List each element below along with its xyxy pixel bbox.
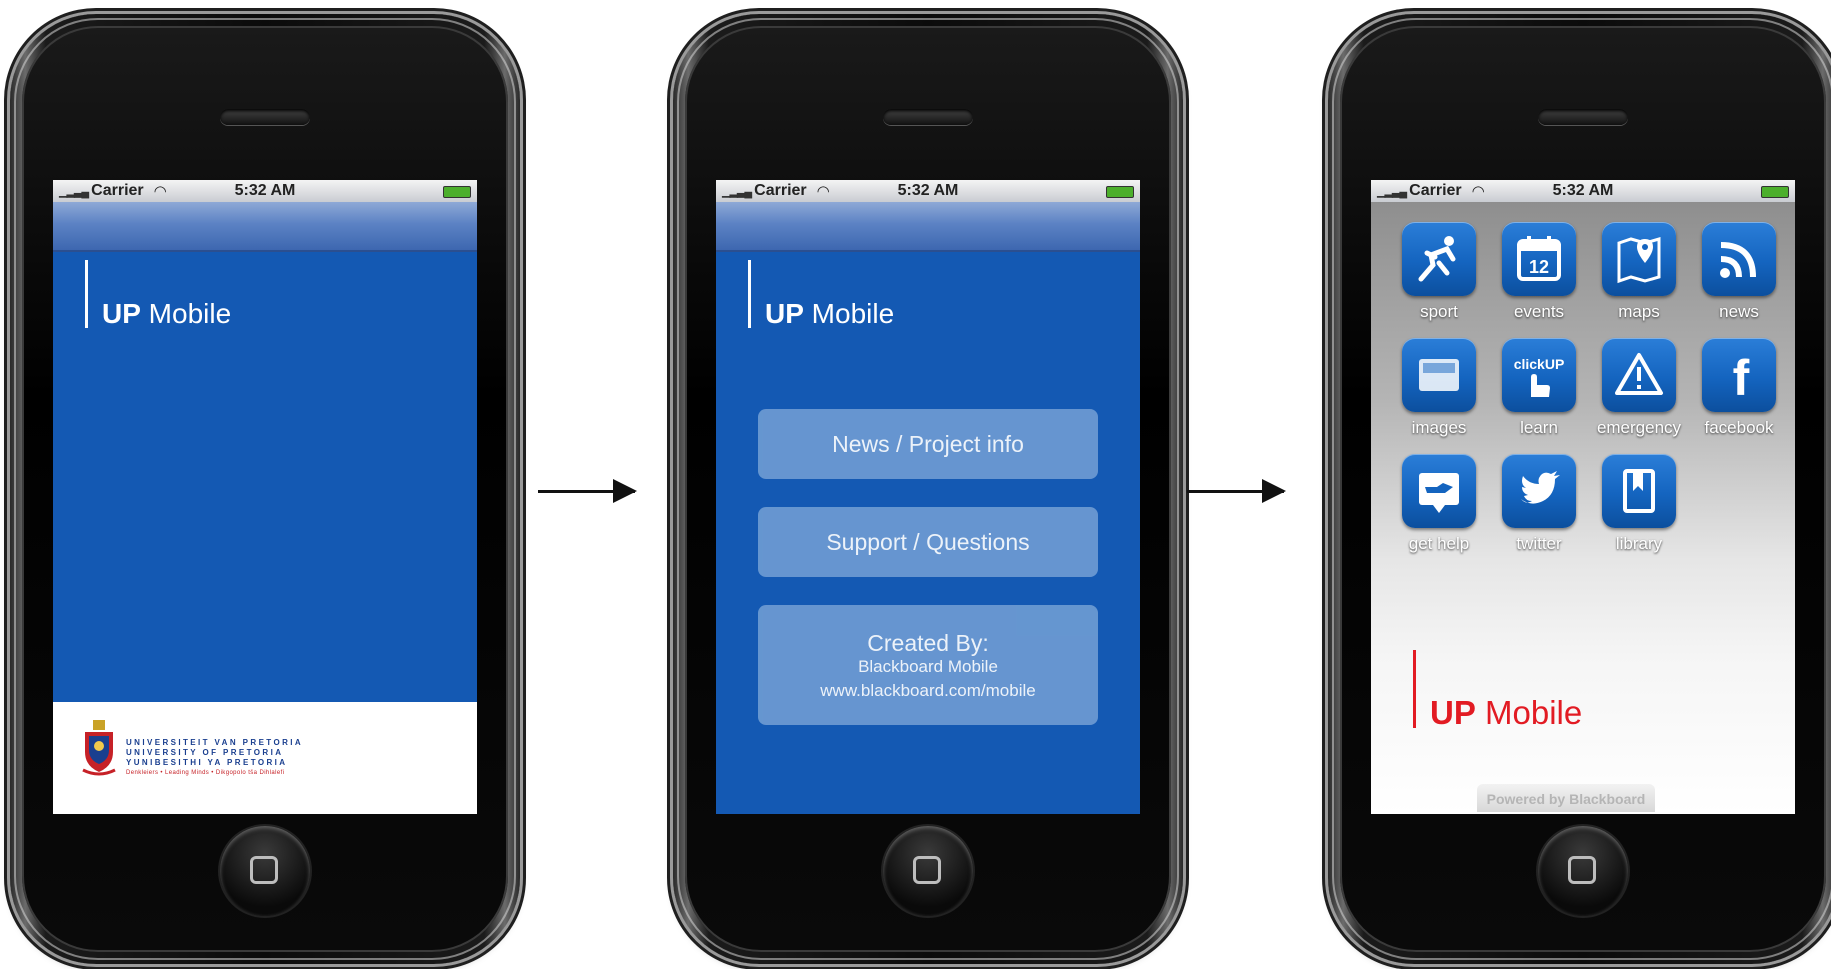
app-news[interactable]: news: [1689, 222, 1789, 322]
app-events[interactable]: 12 events: [1489, 222, 1589, 322]
photos-icon: [1419, 359, 1459, 391]
university-crest-icon: [82, 720, 116, 776]
splash-screen: ▁▂▃▄ Carrier ◠ 5:32 AM UP Mobile UNIVERS…: [53, 180, 477, 814]
app-learn[interactable]: clickUP learn: [1489, 338, 1589, 438]
flow-arrow-icon: [1187, 479, 1286, 503]
university-logo: UNIVERSITEIT VAN PRETORIA UNIVERSITY OF …: [53, 702, 477, 814]
status-time: 5:32 AM: [897, 182, 959, 199]
university-name: UNIVERSITEIT VAN PRETORIA UNIVERSITY OF …: [126, 738, 304, 776]
status-bar: ▁▂▃▄ Carrier ◠ 5:32 AM: [53, 180, 477, 202]
calendar-icon: 12: [1517, 236, 1561, 281]
home-button[interactable]: [883, 826, 973, 916]
menu-screen: ▁▂▃▄ Carrier ◠ 5:32 AM UP Mobile News / …: [716, 180, 1140, 814]
carrier-label: Carrier: [754, 182, 807, 199]
signal-icon: ▁▂▃▄: [1377, 185, 1407, 198]
signal-icon: ▁▂▃▄: [722, 185, 752, 198]
app-library[interactable]: library: [1589, 454, 1689, 554]
svg-text:12: 12: [1529, 257, 1549, 277]
twitter-bird-icon: [1521, 471, 1560, 504]
warning-icon: [1615, 353, 1663, 395]
powered-by-badge: Powered by Blackboard: [1477, 784, 1655, 812]
app-maps[interactable]: maps: [1589, 222, 1689, 322]
created-by-button[interactable]: Created By: Blackboard Mobile www.blackb…: [758, 605, 1098, 725]
nav-bar: [716, 202, 1140, 252]
rss-icon: [1720, 242, 1756, 278]
app-emergency[interactable]: emergency: [1589, 338, 1689, 438]
wifi-icon: ◠: [816, 183, 830, 200]
help-hand-icon: [1419, 473, 1459, 513]
battery-icon: [1106, 186, 1134, 198]
created-by-title: Created By:: [867, 630, 989, 656]
earpiece: [1538, 109, 1628, 125]
support-questions-button[interactable]: Support / Questions: [758, 507, 1098, 577]
news-project-info-button[interactable]: News / Project info: [758, 409, 1098, 479]
app-grid: sport 12 events maps news images clickUP…: [1389, 222, 1789, 554]
home-button[interactable]: [1538, 826, 1628, 916]
flow-arrow-icon: [538, 479, 637, 503]
up-mobile-logo: UP Mobile: [85, 260, 231, 329]
carrier-label: Carrier: [1409, 182, 1462, 199]
created-by-url[interactable]: www.blackboard.com/mobile: [758, 679, 1098, 703]
phone-splash: ▁▂▃▄ Carrier ◠ 5:32 AM UP Mobile UNIVERS…: [10, 14, 520, 964]
up-mobile-logo-red: UP Mobile: [1413, 650, 1582, 731]
status-bar: ▁▂▃▄ Carrier ◠ 5:32 AM: [716, 180, 1140, 202]
battery-icon: [1761, 186, 1789, 198]
carrier-label: Carrier: [91, 182, 144, 199]
book-icon: [1623, 469, 1655, 513]
home-screen: ▁▂▃▄ Carrier ◠ 5:32 AM sport 12 events m…: [1371, 180, 1795, 814]
signal-icon: ▁▂▃▄: [59, 185, 89, 198]
map-pin-icon: [1617, 237, 1661, 284]
earpiece: [220, 109, 310, 125]
app-facebook[interactable]: f facebook: [1689, 338, 1789, 438]
home-button[interactable]: [220, 826, 310, 916]
app-sport[interactable]: sport: [1389, 222, 1489, 322]
app-get-help[interactable]: get help: [1389, 454, 1489, 554]
wifi-icon: ◠: [1471, 183, 1485, 200]
wifi-icon: ◠: [153, 183, 167, 200]
battery-icon: [443, 186, 471, 198]
phone-home: ▁▂▃▄ Carrier ◠ 5:32 AM sport 12 events m…: [1328, 14, 1831, 964]
app-images[interactable]: images: [1389, 338, 1489, 438]
phone-menu: ▁▂▃▄ Carrier ◠ 5:32 AM UP Mobile News / …: [673, 14, 1183, 964]
sport-runner-icon: [1418, 236, 1456, 282]
clickup-icon: clickUP: [1514, 356, 1565, 397]
status-time: 5:32 AM: [1552, 182, 1614, 199]
up-mobile-logo: UP Mobile: [748, 260, 894, 329]
status-time: 5:32 AM: [234, 182, 296, 199]
earpiece: [883, 109, 973, 125]
svg-text:f: f: [1733, 350, 1750, 401]
facebook-icon: f: [1733, 350, 1750, 401]
app-twitter[interactable]: twitter: [1489, 454, 1589, 554]
created-by-name: Blackboard Mobile: [858, 657, 998, 676]
svg-text:clickUP: clickUP: [1514, 356, 1565, 372]
status-bar: ▁▂▃▄ Carrier ◠ 5:32 AM: [1371, 180, 1795, 202]
nav-bar: [53, 202, 477, 252]
